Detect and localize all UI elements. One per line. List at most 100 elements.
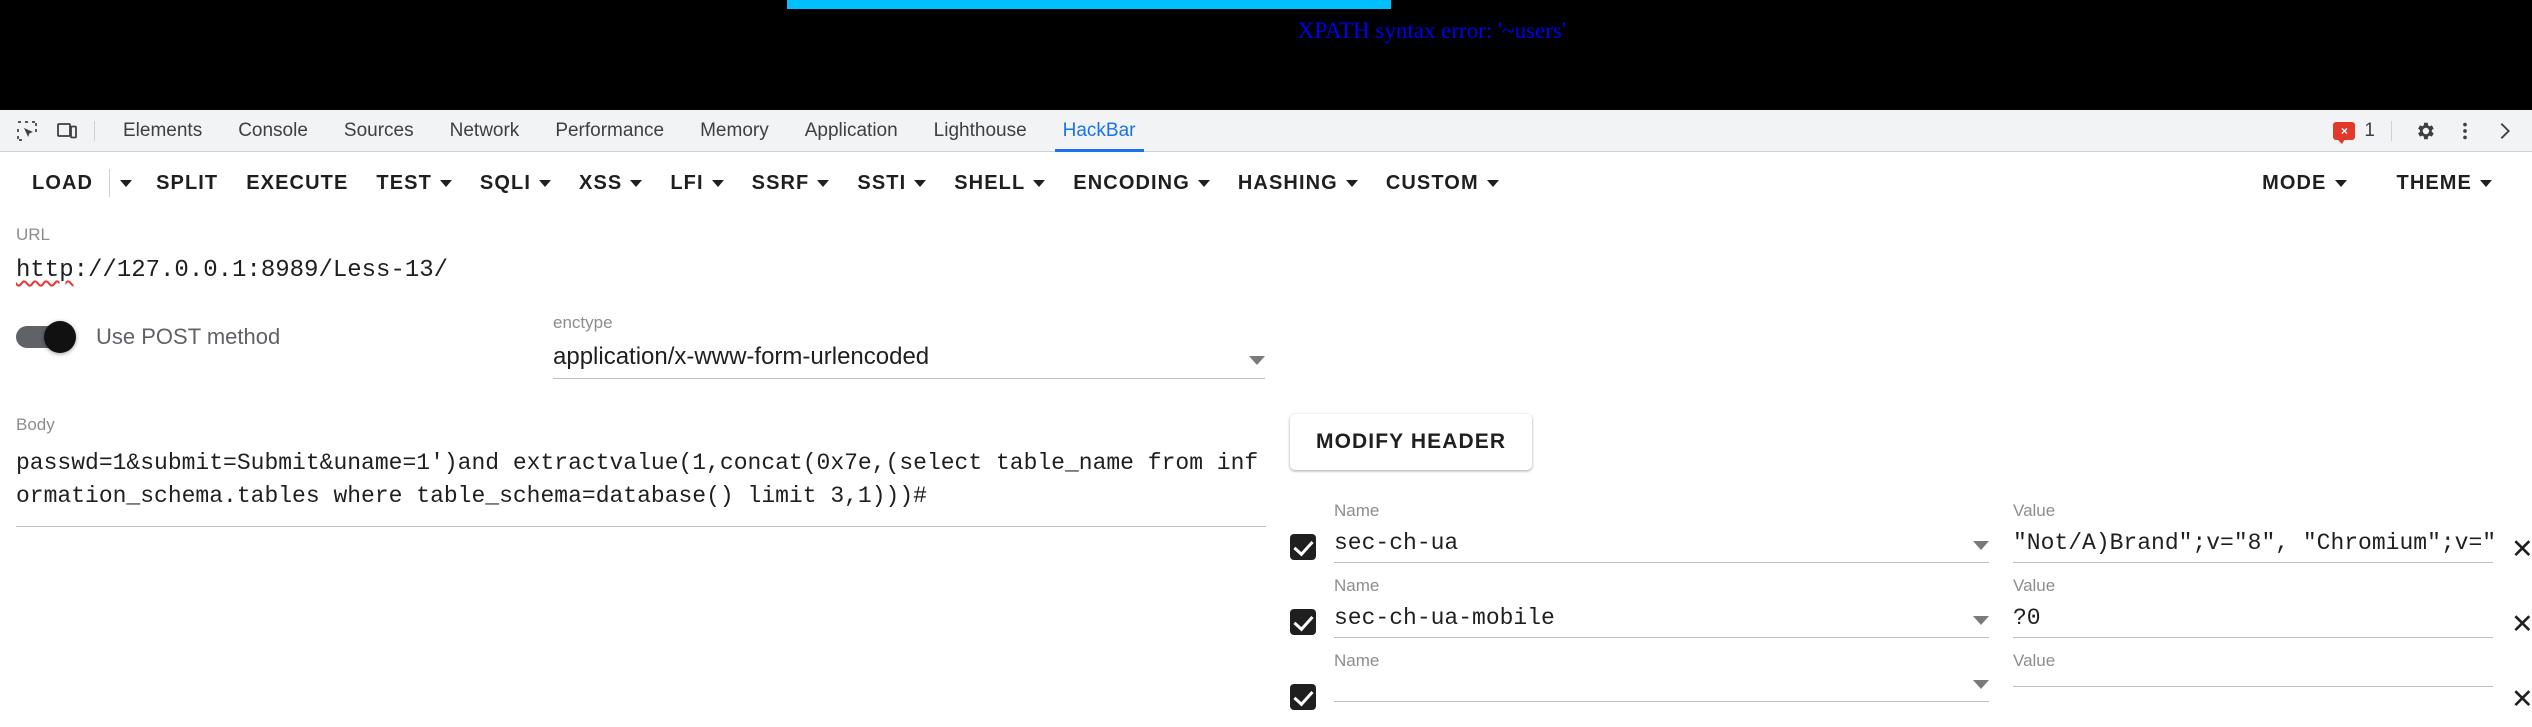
chevron-down-icon xyxy=(1249,356,1265,365)
enctype-field-group: enctype application/x-www-form-urlencode… xyxy=(553,314,1265,379)
header-row: Name Value ✕ xyxy=(1290,652,2532,713)
url-input[interactable]: http://127.0.0.1:8989/Less-13/ xyxy=(16,257,2516,284)
modify-header-button[interactable]: MODIFY HEADER xyxy=(1290,414,1533,470)
toolbar-button-ssrf-label: SSRF xyxy=(751,171,810,194)
tab-lighthouse[interactable]: Lighthouse xyxy=(916,110,1045,152)
use-post-method-label: Use POST method xyxy=(96,324,281,349)
url-field-group: URL http://127.0.0.1:8989/Less-13/ xyxy=(16,226,2516,284)
chevron-down-icon xyxy=(2334,179,2347,187)
toolbar-button-shell-label: SHELL xyxy=(954,171,1026,194)
toolbar-button-mode[interactable]: MODE xyxy=(2248,166,2360,201)
header-value-label: Value xyxy=(2013,501,2056,520)
tab-memory[interactable]: Memory xyxy=(682,110,787,152)
chevron-down-icon xyxy=(1486,179,1499,187)
toolbar-button-lfi[interactable]: LFI xyxy=(656,166,737,201)
header-value-field: Value xyxy=(2013,652,2493,687)
toolbar-button-encoding-label: ENCODING xyxy=(1073,171,1190,194)
close-icon[interactable]: ✕ xyxy=(2511,686,2532,713)
header-value-input[interactable]: ?0 xyxy=(2013,605,2493,638)
toolbar-button-load[interactable]: LOAD xyxy=(18,166,107,201)
gear-icon[interactable] xyxy=(2408,114,2442,148)
header-row: Name sec-ch-ua-mobile Value ?0 ✕ xyxy=(1290,577,2532,638)
tab-application[interactable]: Application xyxy=(787,110,916,152)
chevron-down-icon xyxy=(914,179,927,187)
browser-page-content: XPATH syntax error: '~users' xyxy=(0,0,2532,110)
header-enabled-checkbox[interactable] xyxy=(1290,534,1316,560)
chevron-down-icon xyxy=(1033,179,1046,187)
toolbar-button-custom-label: CUSTOM xyxy=(1385,171,1479,194)
header-name-select[interactable]: sec-ch-ua xyxy=(1334,530,1989,563)
actions-divider xyxy=(2391,121,2392,141)
error-count-label: 1 xyxy=(2364,120,2375,141)
devtools-tabstrip: Elements Console Sources Network Perform… xyxy=(0,110,2532,152)
toolbar-button-encoding[interactable]: ENCODING xyxy=(1059,166,1224,201)
header-name-value: sec-ch-ua-mobile xyxy=(1334,605,1555,631)
toolbar-button-hashing-label: HASHING xyxy=(1237,171,1338,194)
chevron-down-icon xyxy=(711,179,724,187)
enctype-selected-value: application/x-www-form-urlencoded xyxy=(553,343,930,370)
tab-network[interactable]: Network xyxy=(432,110,538,152)
tab-performance[interactable]: Performance xyxy=(537,110,682,152)
toolbar-button-xss[interactable]: XSS xyxy=(565,166,656,201)
devtools-panel: Elements Console Sources Network Perform… xyxy=(0,110,2532,713)
close-icon[interactable] xyxy=(2488,114,2522,148)
toolbar-button-lfi-label: LFI xyxy=(670,171,704,194)
error-bubble-icon: × xyxy=(2333,122,2356,144)
chevron-down-icon xyxy=(817,179,830,187)
header-name-field: Name xyxy=(1334,652,1989,702)
hackbar-toolbar-right: MODE THEME xyxy=(2248,166,2506,201)
header-value-text: ?0 xyxy=(2013,605,2041,631)
header-value-label: Value xyxy=(2013,576,2056,595)
header-value-input[interactable]: "Not/A)Brand";v="8", "Chromium";v="126 xyxy=(2013,530,2493,563)
toolbar-button-theme[interactable]: THEME xyxy=(2383,166,2507,201)
hackbar-toolbar: LOAD SPLIT EXECUTE TEST SQLI XSS LFI SSR… xyxy=(0,152,2532,214)
chevron-down-icon xyxy=(1973,541,1989,550)
header-value-text: "Not/A)Brand";v="8", "Chromium";v="126 xyxy=(2013,530,2493,556)
toolbar-button-test[interactable]: TEST xyxy=(362,166,466,201)
toolbar-button-ssrf[interactable]: SSRF xyxy=(738,166,844,201)
enctype-label: enctype xyxy=(553,313,613,332)
xpath-error-message: XPATH syntax error: '~users' xyxy=(1297,18,1566,43)
inspect-element-icon[interactable] xyxy=(10,114,44,148)
body-textarea[interactable]: passwd=1&submit=Submit&uname=1')and extr… xyxy=(16,447,1266,528)
toolbar-button-hashing[interactable]: HASHING xyxy=(1224,166,1372,201)
toolbar-button-sqli[interactable]: SQLI xyxy=(466,166,565,201)
toolbar-button-theme-label: THEME xyxy=(2396,171,2472,194)
toolbar-button-custom[interactable]: CUSTOM xyxy=(1372,166,1513,201)
device-toolbar-icon[interactable] xyxy=(50,114,84,148)
header-value-input[interactable] xyxy=(2013,680,2493,687)
toolbar-button-ssti[interactable]: SSTI xyxy=(843,166,940,201)
headers-list: Name sec-ch-ua Value "Not/A)Brand";v="8"… xyxy=(1290,502,2532,727)
toolbar-button-test-label: TEST xyxy=(376,171,432,194)
tab-elements[interactable]: Elements xyxy=(105,110,220,152)
header-name-select[interactable]: sec-ch-ua-mobile xyxy=(1334,605,1989,638)
header-enabled-checkbox[interactable] xyxy=(1290,609,1316,635)
toolbar-button-sqli-label: SQLI xyxy=(479,171,531,194)
header-name-field: Name sec-ch-ua xyxy=(1334,502,1989,563)
toolbar-button-execute[interactable]: EXECUTE xyxy=(232,166,362,201)
close-icon[interactable]: ✕ xyxy=(2511,611,2532,638)
tabstrip-divider xyxy=(94,120,95,141)
enctype-select[interactable]: application/x-www-form-urlencoded xyxy=(553,343,1265,379)
header-name-field: Name sec-ch-ua-mobile xyxy=(1334,577,1989,638)
header-value-label: Value xyxy=(2013,651,2056,670)
tab-sources[interactable]: Sources xyxy=(326,110,432,152)
chevron-down-icon xyxy=(1973,616,1989,625)
error-count-badge[interactable]: × 1 xyxy=(2327,120,2381,144)
header-enabled-checkbox[interactable] xyxy=(1290,684,1316,710)
url-label: URL xyxy=(16,225,51,244)
url-scheme-text: http xyxy=(16,257,74,284)
header-value-field: Value ?0 xyxy=(2013,577,2493,638)
use-post-method-toggle[interactable] xyxy=(16,321,76,353)
toolbar-button-split[interactable]: SPLIT xyxy=(142,166,232,201)
more-vertical-icon[interactable] xyxy=(2448,114,2482,148)
header-value-field: Value "Not/A)Brand";v="8", "Chromium";v=… xyxy=(2013,502,2493,563)
header-name-select[interactable] xyxy=(1334,680,1989,702)
header-name-label: Name xyxy=(1334,651,1380,670)
load-dropdown-caret-icon[interactable] xyxy=(109,169,142,197)
toolbar-button-shell[interactable]: SHELL xyxy=(940,166,1059,201)
post-method-toggle-group: Use POST method xyxy=(16,321,281,353)
tab-hackbar[interactable]: HackBar xyxy=(1045,110,1154,152)
tab-console[interactable]: Console xyxy=(220,110,326,152)
close-icon[interactable]: ✕ xyxy=(2511,536,2532,563)
